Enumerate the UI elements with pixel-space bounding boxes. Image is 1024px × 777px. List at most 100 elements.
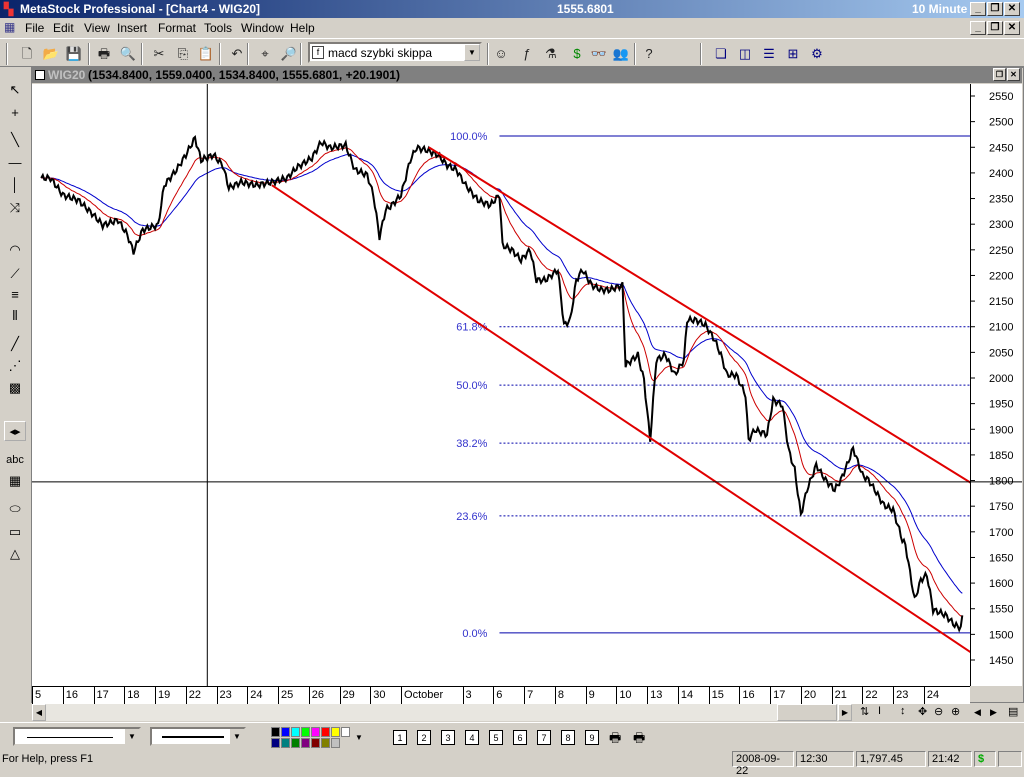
minimize-button[interactable]: _ [970, 2, 986, 16]
dollar-icon[interactable]: $ [568, 45, 586, 63]
time-zones-icon[interactable]: ⦀ [4, 306, 26, 326]
menu-view[interactable]: View [84, 21, 110, 35]
horizontal-scrollbar[interactable]: ◀ ▶ [32, 704, 852, 721]
restore-button[interactable]: ❐ [987, 2, 1003, 16]
chevron-down-icon[interactable]: ▼ [464, 44, 480, 61]
color-swatch[interactable] [311, 738, 320, 748]
scroll-left-button[interactable]: ◀ [32, 704, 46, 721]
doc-restore-button[interactable]: ❐ [987, 21, 1003, 35]
fib-retracement-icon[interactable]: ≡ [4, 285, 26, 305]
zoom-out-icon[interactable]: ⊖ [934, 705, 943, 718]
menu-window[interactable]: Window [241, 21, 284, 35]
tile-vertical-icon[interactable]: ◫ [736, 45, 754, 63]
open-icon[interactable]: 📂 [42, 45, 60, 63]
rectangle-icon[interactable]: ▭ [4, 522, 26, 542]
chart-button-2[interactable]: 2 [417, 730, 431, 745]
chart-menu-icon[interactable] [35, 70, 45, 80]
line-weight-select[interactable]: ▼ [150, 727, 246, 746]
color-swatch[interactable] [271, 727, 280, 737]
chart-button-5[interactable]: 5 [489, 730, 503, 745]
zoom-in-icon[interactable]: ⊕ [951, 705, 960, 718]
color-swatch[interactable] [281, 738, 290, 748]
color-swatch[interactable] [281, 727, 290, 737]
tile-grid-icon[interactable]: ⊞ [784, 45, 802, 63]
color-swatch[interactable] [291, 738, 300, 748]
scroll-thumb[interactable] [777, 704, 837, 721]
users-icon[interactable]: 👥 [612, 45, 630, 63]
color-swatch[interactable] [301, 738, 310, 748]
color-swatch[interactable] [321, 727, 330, 737]
formula-icon[interactable]: ƒ [518, 45, 536, 63]
help-pointer-icon[interactable]: ? [640, 45, 658, 63]
triangle-icon[interactable]: △ [4, 544, 26, 564]
text-tool-icon[interactable]: abc [4, 450, 26, 470]
paste-icon[interactable]: 📋 [197, 45, 215, 63]
chevron-down-icon[interactable]: ▼ [230, 729, 244, 744]
channel-icon[interactable]: ╱ [4, 334, 26, 354]
horizontal-line-icon[interactable]: — [4, 153, 26, 173]
cut-icon[interactable]: ✂ [150, 45, 168, 63]
cursor-i-icon[interactable]: I [878, 705, 881, 717]
speed-lines-icon[interactable]: ▩ [4, 378, 26, 398]
chevron-down-icon[interactable]: ▼ [125, 729, 139, 744]
chart-button-8[interactable]: 8 [561, 730, 575, 745]
color-swatch[interactable] [291, 727, 300, 737]
settings-icon[interactable]: ⚙ [808, 45, 826, 63]
chart-close-button[interactable]: ✕ [1007, 68, 1020, 81]
vertical-line-icon[interactable]: │ [4, 175, 26, 195]
color-swatch[interactable] [341, 727, 350, 737]
color-swatch[interactable] [271, 738, 280, 748]
expert-icon[interactable]: ☺ [492, 45, 510, 63]
print-icon[interactable]: 🖶 [95, 45, 113, 63]
chart-button-4[interactable]: 4 [465, 730, 479, 745]
cascade-icon[interactable]: ❏ [712, 45, 730, 63]
trendline-icon[interactable]: ╲ [4, 130, 26, 150]
channel-line[interactable] [428, 146, 970, 492]
doc-close-button[interactable]: ✕ [1004, 21, 1020, 35]
chart-button-1[interactable]: 1 [393, 730, 407, 745]
price-chart[interactable]: 100.0% 61.8% 50.0% 38.2% 23.6% 0.0% [32, 84, 970, 686]
chart-restore-button[interactable]: ❐ [993, 68, 1006, 81]
grid-icon[interactable]: ▦ [4, 471, 26, 491]
refresh-icon[interactable]: ⇅ [860, 705, 869, 718]
line-style-select[interactable]: ▼ [13, 727, 141, 746]
menu-format[interactable]: Format [158, 21, 196, 35]
ellipse-icon[interactable]: ⬭ [4, 499, 26, 519]
scroll-tools-button[interactable]: ◂▸ [4, 421, 26, 441]
color-swatch[interactable] [321, 738, 330, 748]
color-swatch[interactable] [311, 727, 320, 737]
menu-insert[interactable]: Insert [117, 21, 147, 35]
menu-file[interactable]: File [25, 21, 44, 35]
scroll-right-button[interactable]: ▶ [838, 704, 852, 721]
color-swatch[interactable] [301, 727, 310, 737]
tile-horizontal-icon[interactable]: ☰ [760, 45, 778, 63]
page-icon[interactable]: ▤ [1008, 705, 1018, 718]
doc-minimize-button[interactable]: _ [970, 21, 986, 35]
printer-chart-icon[interactable]: 🖶 [609, 729, 621, 751]
cycle-icon[interactable]: ⤨ [4, 198, 26, 218]
crosshair-icon[interactable]: ⌖ [256, 45, 274, 63]
channel-line[interactable] [271, 184, 970, 662]
explorer-icon[interactable]: ⚗ [542, 45, 560, 63]
fan-icon[interactable]: ⟋ [4, 264, 26, 284]
move-icon[interactable]: ✥ [918, 705, 927, 718]
menu-edit[interactable]: Edit [53, 21, 74, 35]
date-axis[interactable]: 5 16 17 18 19 22 23 24 25 26 29 30 October 3 6 7 8 9 10 13 1… [32, 686, 970, 704]
price-line[interactable] [40, 134, 964, 633]
copy-icon[interactable]: ⎘ [174, 45, 192, 63]
menu-tools[interactable]: Tools [204, 21, 232, 35]
chart-button-3[interactable]: 3 [441, 730, 455, 745]
save-icon[interactable]: 💾 [65, 45, 83, 63]
close-button[interactable]: ✕ [1004, 2, 1020, 16]
new-icon[interactable]: 🗋 [18, 45, 36, 63]
vertical-scale-icon[interactable]: ↕ [900, 705, 906, 717]
chart-button-6[interactable]: 6 [513, 730, 527, 745]
undo-icon[interactable]: ↶ [228, 45, 246, 63]
prev-icon[interactable]: ◀ [974, 707, 981, 718]
color-swatch[interactable] [331, 727, 340, 737]
pointer-icon[interactable]: ↖ [4, 80, 26, 100]
chart-button-7[interactable]: 7 [537, 730, 551, 745]
document-icon[interactable]: ▦ [4, 20, 15, 34]
color-swatch[interactable] [331, 738, 340, 748]
gann-icon[interactable]: ⋰ [4, 356, 26, 376]
